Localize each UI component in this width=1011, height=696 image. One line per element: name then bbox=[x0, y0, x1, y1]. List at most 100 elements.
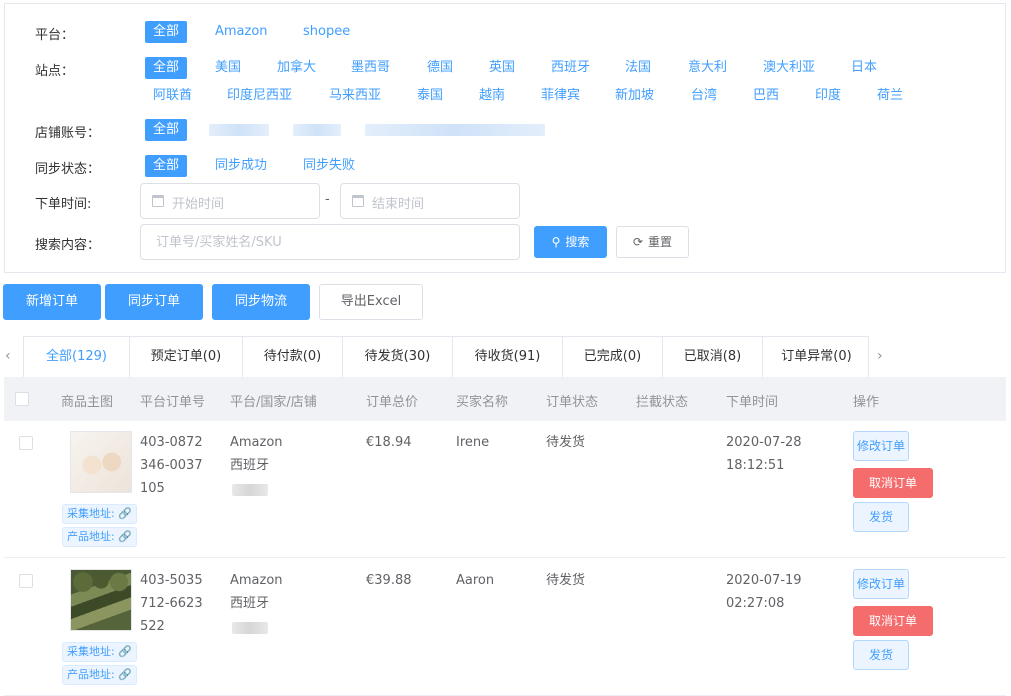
site-option[interactable]: 马来西亚 bbox=[329, 85, 381, 107]
order-clock-time: 02:27:08 bbox=[726, 596, 785, 611]
product-image[interactable] bbox=[70, 569, 132, 631]
product-image[interactable] bbox=[70, 431, 132, 493]
chevron-right-icon[interactable]: › bbox=[877, 348, 883, 364]
search-input-wrap bbox=[140, 224, 520, 260]
product-address-link[interactable]: 产品地址: 🔗 bbox=[62, 665, 137, 685]
platform-name: Amazon bbox=[230, 435, 283, 450]
column-header: 买家名称 bbox=[456, 395, 509, 410]
site-option[interactable]: 德国 bbox=[427, 57, 453, 79]
collect-address-link[interactable]: 采集地址: 🔗 bbox=[62, 504, 137, 524]
table-row: 采集地址: 🔗 产品地址: 🔗 403-5035 712-6623 522 Am… bbox=[4, 559, 1006, 696]
collect-address-link[interactable]: 采集地址: 🔗 bbox=[62, 642, 137, 662]
country-name: 西班牙 bbox=[230, 458, 270, 473]
add-order-button[interactable]: 新增订单 bbox=[3, 284, 101, 320]
collect-address-label: 采集地址: bbox=[67, 645, 115, 658]
site-option[interactable]: 台湾 bbox=[691, 85, 717, 107]
select-all-checkbox[interactable] bbox=[15, 392, 29, 406]
platform-option-amazon[interactable]: Amazon bbox=[215, 21, 268, 43]
shop-account-option-redacted[interactable] bbox=[293, 124, 341, 136]
platform-label: 平台： bbox=[35, 28, 75, 43]
site-option[interactable]: 西班牙 bbox=[551, 57, 590, 79]
ship-button[interactable]: 发货 bbox=[853, 640, 909, 670]
order-number-line: 346-0037 bbox=[140, 458, 203, 473]
column-header: 订单状态 bbox=[546, 395, 599, 410]
search-button-label: 搜索 bbox=[565, 235, 590, 249]
start-date-input[interactable]: 开始时间 bbox=[140, 183, 320, 219]
site-option[interactable]: 越南 bbox=[479, 85, 505, 107]
start-date-placeholder: 开始时间 bbox=[172, 197, 225, 212]
search-input[interactable] bbox=[141, 225, 519, 259]
ship-button[interactable]: 发货 bbox=[853, 502, 909, 532]
search-icon: ⚲ bbox=[551, 235, 561, 249]
tab-all[interactable]: 全部(129) bbox=[24, 337, 129, 378]
site-option[interactable]: 法国 bbox=[625, 57, 651, 79]
cancel-order-button[interactable]: 取消订单 bbox=[853, 468, 933, 498]
product-address-link[interactable]: 产品地址: 🔗 bbox=[62, 527, 137, 547]
shop-account-option-redacted[interactable] bbox=[209, 124, 269, 136]
tab-cancelled[interactable]: 已取消(8) bbox=[662, 337, 762, 378]
sync-status-option-failed[interactable]: 同步失败 bbox=[303, 155, 355, 177]
site-option-all[interactable]: 全部 bbox=[145, 57, 188, 79]
sync-status-option-success[interactable]: 同步成功 bbox=[215, 155, 267, 177]
site-option[interactable]: 巴西 bbox=[753, 85, 779, 107]
tab-reserved[interactable]: 预定订单(0) bbox=[129, 337, 242, 378]
edit-order-button[interactable]: 修改订单 bbox=[853, 431, 909, 461]
site-option[interactable]: 日本 bbox=[851, 57, 877, 79]
order-number: 403-5035 712-6623 522 bbox=[140, 569, 203, 638]
site-option[interactable]: 英国 bbox=[489, 57, 515, 79]
site-option[interactable]: 印度 bbox=[815, 85, 841, 107]
link-icon: 🔗 bbox=[118, 507, 132, 520]
tab-exceptions[interactable]: 订单异常(0) bbox=[762, 337, 870, 378]
tab-pending-receipt[interactable]: 待收货(91) bbox=[452, 337, 562, 378]
buyer-name: Irene bbox=[456, 435, 490, 450]
site-option[interactable]: 澳大利亚 bbox=[763, 57, 815, 79]
cancel-order-button[interactable]: 取消订单 bbox=[853, 606, 933, 636]
tab-completed[interactable]: 已完成(0) bbox=[562, 337, 662, 378]
collect-address-label: 采集地址: bbox=[67, 507, 115, 520]
edit-order-button[interactable]: 修改订单 bbox=[853, 569, 909, 599]
column-header: 平台订单号 bbox=[140, 395, 206, 410]
sync-status-option-all[interactable]: 全部 bbox=[145, 155, 188, 177]
sync-orders-button[interactable]: 同步订单 bbox=[105, 284, 203, 320]
site-option[interactable]: 意大利 bbox=[688, 57, 727, 79]
tabs-list: 全部(129) 预定订单(0) 待付款(0) 待发货(30) 待收货(91) 已… bbox=[23, 336, 870, 378]
site-option[interactable]: 印度尼西亚 bbox=[227, 85, 292, 107]
search-button[interactable]: ⚲ 搜索 bbox=[534, 226, 607, 258]
order-number: 403-0872 346-0037 105 bbox=[140, 431, 203, 500]
order-number-line: 105 bbox=[140, 481, 165, 496]
tab-pending-payment[interactable]: 待付款(0) bbox=[242, 337, 342, 378]
site-option[interactable]: 美国 bbox=[215, 57, 241, 79]
site-option[interactable]: 菲律宾 bbox=[541, 85, 580, 107]
platform-country-shop: Amazon 西班牙 bbox=[230, 569, 283, 615]
site-option[interactable]: 墨西哥 bbox=[351, 57, 390, 79]
order-date: 2020-07-19 bbox=[726, 573, 802, 588]
calendar-icon bbox=[152, 195, 164, 207]
order-number-line: 712-6623 bbox=[140, 596, 203, 611]
sync-logistics-button[interactable]: 同步物流 bbox=[212, 284, 310, 320]
shop-account-option-redacted[interactable] bbox=[365, 124, 545, 136]
site-option[interactable]: 加拿大 bbox=[277, 57, 316, 79]
site-option[interactable]: 新加坡 bbox=[615, 85, 654, 107]
order-time: 2020-07-19 02:27:08 bbox=[726, 569, 802, 615]
order-date: 2020-07-28 bbox=[726, 435, 802, 450]
site-option[interactable]: 阿联酋 bbox=[153, 85, 192, 107]
shop-account-label: 店铺账号： bbox=[35, 126, 101, 141]
shop-account-option-all[interactable]: 全部 bbox=[145, 119, 188, 141]
tab-pending-shipment[interactable]: 待发货(30) bbox=[342, 337, 452, 378]
chevron-left-icon[interactable]: ‹ bbox=[5, 348, 11, 364]
order-number-line: 403-5035 bbox=[140, 573, 203, 588]
reset-button[interactable]: ⟳ 重置 bbox=[616, 226, 689, 258]
export-excel-button[interactable]: 导出Excel bbox=[319, 284, 423, 320]
platform-option-shopee[interactable]: shopee bbox=[303, 21, 350, 43]
end-date-input[interactable]: 结束时间 bbox=[340, 183, 520, 219]
column-header: 操作 bbox=[853, 395, 880, 410]
product-address-label: 产品地址: bbox=[67, 530, 115, 543]
site-label: 站点： bbox=[35, 64, 75, 79]
site-option[interactable]: 荷兰 bbox=[877, 85, 903, 107]
link-icon: 🔗 bbox=[118, 668, 132, 681]
platform-country-shop: Amazon 西班牙 bbox=[230, 431, 283, 477]
site-option[interactable]: 泰国 bbox=[417, 85, 443, 107]
platform-option-all[interactable]: 全部 bbox=[145, 21, 188, 43]
row-checkbox[interactable] bbox=[19, 436, 33, 450]
row-checkbox[interactable] bbox=[19, 574, 33, 588]
